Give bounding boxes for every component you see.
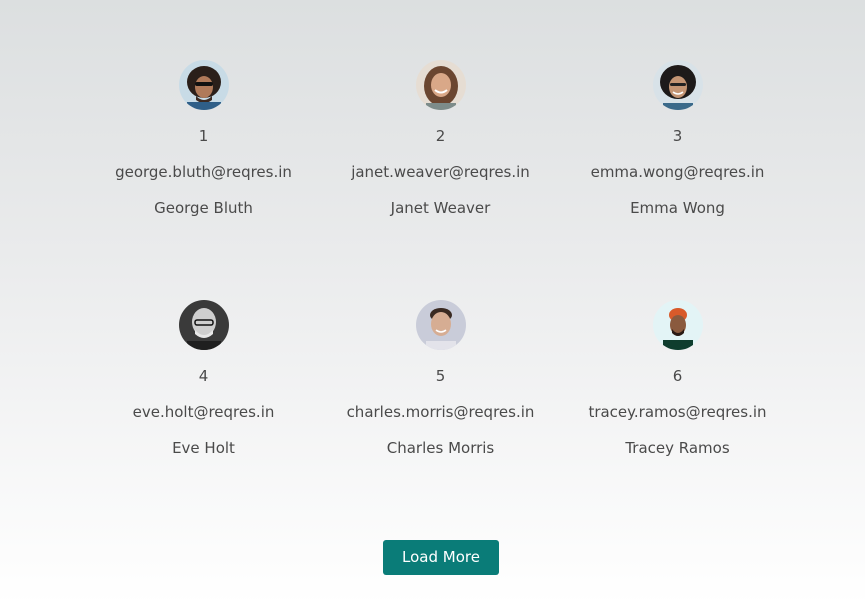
user-avatar-george-bluth-icon	[178, 60, 229, 110]
user-name: Janet Weaver	[390, 199, 491, 217]
user-id: 2	[435, 127, 446, 145]
user-avatar-janet-weaver-icon	[415, 60, 466, 110]
user-avatar-tracey-ramos-icon	[652, 300, 703, 350]
user-card: 5 charles.morris@reqres.in Charles Morri…	[322, 300, 559, 540]
user-avatar-charles-morris-icon	[415, 300, 466, 350]
user-name: Tracey Ramos	[625, 439, 730, 457]
user-card: 6 tracey.ramos@reqres.in Tracey Ramos	[559, 300, 796, 540]
user-email: eve.holt@reqres.in	[132, 403, 275, 421]
user-card: 3 emma.wong@reqres.in Emma Wong	[559, 60, 796, 300]
user-avatar-emma-wong-icon	[652, 60, 703, 110]
user-email: george.bluth@reqres.in	[115, 163, 292, 181]
user-name: Eve Holt	[172, 439, 235, 457]
user-email: tracey.ramos@reqres.in	[588, 403, 767, 421]
user-avatar-eve-holt-icon	[178, 300, 229, 350]
user-id: 1	[198, 127, 209, 145]
user-name: George Bluth	[154, 199, 253, 217]
user-name: Emma Wong	[630, 199, 725, 217]
user-id: 6	[672, 367, 683, 385]
user-email: janet.weaver@reqres.in	[351, 163, 530, 181]
user-id: 5	[435, 367, 446, 385]
user-email: charles.morris@reqres.in	[346, 403, 535, 421]
user-card: 2 janet.weaver@reqres.in Janet Weaver	[322, 60, 559, 300]
user-card: 4 eve.holt@reqres.in Eve Holt	[85, 300, 322, 540]
user-id: 3	[672, 127, 683, 145]
user-id: 4	[198, 367, 209, 385]
user-email: emma.wong@reqres.in	[590, 163, 765, 181]
user-name: Charles Morris	[386, 439, 495, 457]
user-card: 1 george.bluth@reqres.in George Bluth	[85, 60, 322, 300]
user-grid: 1 george.bluth@reqres.in George Bluth 2 …	[85, 60, 797, 540]
load-more-button[interactable]: Load More	[383, 540, 499, 575]
